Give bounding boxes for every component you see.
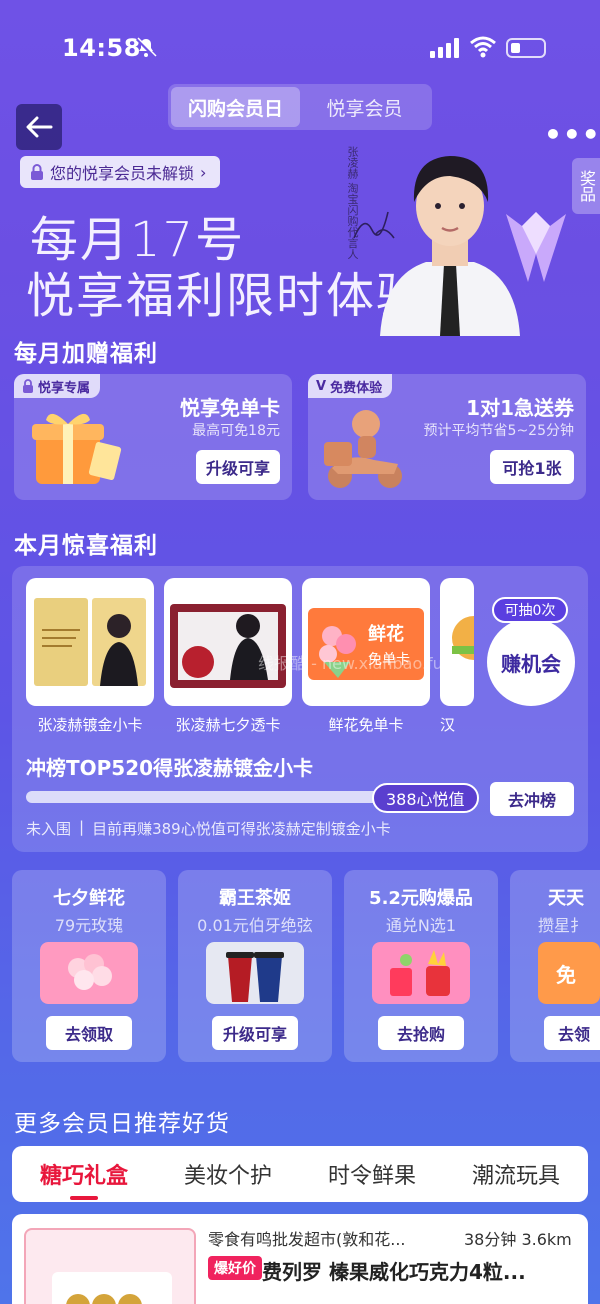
- crystal-trophy-graphic: [506, 212, 566, 282]
- rose-bouquet-image: [40, 942, 138, 1004]
- gift-box-icon: [32, 413, 122, 484]
- prize-label: 鲜花免单卡: [328, 716, 404, 734]
- rank-hint: 目前再赚389心悦值可得张凌赫定制镀金小卡: [92, 820, 391, 838]
- exclusive-tag: 悦享专属: [14, 374, 101, 398]
- watermark: 线报酷 - new.xianbao.fun: [258, 654, 453, 673]
- express-coupon-card[interactable]: V 免费体验 1对1急送券 预计平均节省5~25分钟 可抢1张: [308, 374, 586, 500]
- product-name: 费列罗 榛果威化巧克力4粒...: [262, 1260, 526, 1284]
- prize-label: 汉: [440, 716, 456, 734]
- activity-title: 天天: [548, 888, 584, 909]
- burger-image: [452, 616, 474, 660]
- rank-info-line: 未入围 | 目前再赚389心悦值可得张凌赫定制镀金小卡: [26, 818, 391, 839]
- gold-card-image: [34, 598, 146, 686]
- battery-icon: [506, 38, 546, 58]
- tab-flash-member-day[interactable]: 闪购会员日: [171, 87, 300, 127]
- arrow-left-icon: [26, 116, 53, 138]
- activity-subtitle: 通兑N选1: [385, 916, 457, 935]
- tab-trendy-toys[interactable]: 潮流玩具: [472, 1158, 560, 1190]
- tea-cups-image: [206, 942, 304, 1004]
- svg-text:免: 免: [556, 963, 576, 987]
- delivery-distance: 38分钟 3.6km: [464, 1230, 572, 1249]
- svg-text:鲜花: 鲜花: [368, 623, 404, 645]
- activity-subtitle: 攒星扌: [538, 916, 587, 935]
- lock-icon: [23, 379, 33, 393]
- chocolate-box-image: [52, 1272, 172, 1304]
- earn-chance-button[interactable]: 赚机会: [487, 618, 575, 706]
- rank-title: 冲榜TOP520得张凌赫镀金小卡: [26, 756, 314, 780]
- tag-label: 免费体验: [330, 380, 383, 396]
- card-subtitle: 预计平均节省5~25分钟: [423, 423, 574, 439]
- grab-button[interactable]: 去抢购: [378, 1016, 464, 1050]
- free-trial-tag: V 免费体验: [308, 374, 393, 398]
- status-time: 14:58: [62, 34, 141, 62]
- surprise-section-title: 本月惊喜福利: [14, 533, 158, 559]
- flower-card-image: 鲜花 免单卡: [308, 608, 424, 680]
- divider: |: [79, 818, 85, 836]
- more-button[interactable]: •••: [544, 118, 600, 151]
- tab-yuexiang-member[interactable]: 悦享会员: [300, 87, 429, 127]
- recommend-section-title: 更多会员日推荐好货: [14, 1111, 230, 1137]
- monthly-section-title: 每月加赠福利: [14, 341, 158, 367]
- claim-button[interactable]: 去领: [544, 1016, 600, 1050]
- prize-flower-card[interactable]: 鲜花 免单卡: [302, 578, 430, 706]
- prize-label: 张凌赫镀金小卡: [37, 716, 143, 734]
- card-title: 1对1急送券: [466, 396, 574, 420]
- member-tabs: 闪购会员日 悦享会员: [168, 84, 432, 130]
- activity-card-flowers[interactable]: 七夕鲜花 79元玫瑰 去领取: [12, 870, 166, 1062]
- store-name: 零食有鸣批发超市(敦和花...: [208, 1230, 406, 1249]
- transparent-card-image: [170, 604, 286, 688]
- coupon-image: 免: [538, 942, 600, 1004]
- product-thumbnail[interactable]: [24, 1228, 196, 1304]
- delivery-scooter-icon: [324, 410, 402, 488]
- v-badge-icon: V: [316, 378, 327, 394]
- prize-gold-card[interactable]: [26, 578, 154, 706]
- claim-button[interactable]: 去领取: [46, 1016, 132, 1050]
- member-unlock-pill[interactable]: 您的悦享会员未解锁 ›: [20, 156, 221, 188]
- rank-status: 未入围: [26, 820, 72, 838]
- activity-card-tea[interactable]: 霸王茶姬 0.01元伯牙绝弦 升级可享: [178, 870, 332, 1062]
- category-tabs: 糖巧礼盒 美妆个护 时令鲜果 潮流玩具: [12, 1146, 588, 1202]
- prize-side-tab[interactable]: 奖品: [572, 158, 600, 214]
- hero-title-slogan: 悦享福利限时体验: [26, 268, 427, 324]
- signal-icon: [430, 38, 459, 58]
- prize-partial-item[interactable]: [440, 578, 474, 706]
- tab-beauty-care[interactable]: 美妆个护: [184, 1158, 272, 1190]
- draw-count-badge: 可抽0次: [492, 597, 568, 623]
- unlock-text: 您的悦享会员未解锁: [50, 164, 195, 183]
- card-subtitle: 最高可免18元: [192, 423, 280, 439]
- lock-icon: [31, 164, 43, 180]
- progress-value-pill: 388心悦值: [372, 783, 479, 813]
- activity-card-deals[interactable]: 5.2元购爆品 通兑N选1 去抢购: [344, 870, 498, 1062]
- wifi-icon: [470, 36, 496, 58]
- tab-seasonal-fruit[interactable]: 时令鲜果: [328, 1158, 416, 1190]
- activity-card-daily[interactable]: 天天 攒星扌 免 去领: [510, 870, 600, 1062]
- chevron-right-icon: ›: [200, 162, 207, 182]
- card-title: 悦享免单卡: [180, 396, 280, 420]
- upgrade-button[interactable]: 升级可享: [212, 1016, 298, 1050]
- back-button[interactable]: [16, 104, 62, 150]
- bell-muted-icon: [135, 37, 157, 59]
- upgrade-button[interactable]: 升级可享: [196, 450, 280, 484]
- hot-price-tag: 爆好价: [208, 1256, 262, 1280]
- activity-subtitle: 79元玫瑰: [54, 916, 124, 935]
- tab-chocolate-gift[interactable]: 糖巧礼盒: [40, 1158, 128, 1190]
- prize-transparent-card[interactable]: [164, 578, 292, 706]
- tag-label: 悦享专属: [38, 380, 91, 396]
- activity-title: 霸王茶姬: [219, 888, 291, 909]
- snacks-image: [372, 942, 470, 1004]
- go-rank-button[interactable]: 去冲榜: [490, 782, 574, 816]
- activity-title: 5.2元购爆品: [369, 888, 473, 909]
- prize-label: 张凌赫七夕透卡: [175, 716, 281, 734]
- grab-coupon-button[interactable]: 可抢1张: [490, 450, 574, 484]
- activity-subtitle: 0.01元伯牙绝弦: [197, 916, 313, 935]
- activity-title: 七夕鲜花: [53, 888, 125, 909]
- free-order-card[interactable]: 悦享专属 悦享免单卡 最高可免18元 升级可享: [14, 374, 292, 500]
